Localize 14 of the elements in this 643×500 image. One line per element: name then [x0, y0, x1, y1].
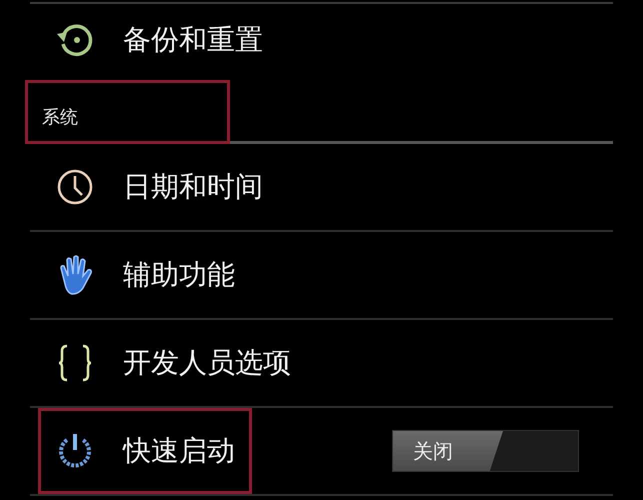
section-header: 系统: [42, 106, 78, 129]
toggle-switch[interactable]: 关闭: [392, 430, 579, 472]
item-label: 快速启动: [123, 433, 235, 469]
settings-item[interactable]: 日期和时间: [30, 144, 613, 232]
braces-icon: [57, 344, 93, 382]
item-label: 辅助功能: [123, 257, 235, 293]
item-label: 开发人员选项: [123, 345, 291, 381]
settings-item[interactable]: 开发人员选项: [30, 320, 613, 408]
settings-item[interactable]: 辅助功能: [30, 232, 613, 320]
clock-icon: [56, 168, 94, 206]
settings-item[interactable]: 备份和重置: [30, 4, 613, 76]
item-label: 备份和重置: [123, 22, 263, 58]
item-label: 日期和时间: [123, 169, 263, 205]
settings-item[interactable]: 快速启动 关闭: [30, 408, 613, 496]
